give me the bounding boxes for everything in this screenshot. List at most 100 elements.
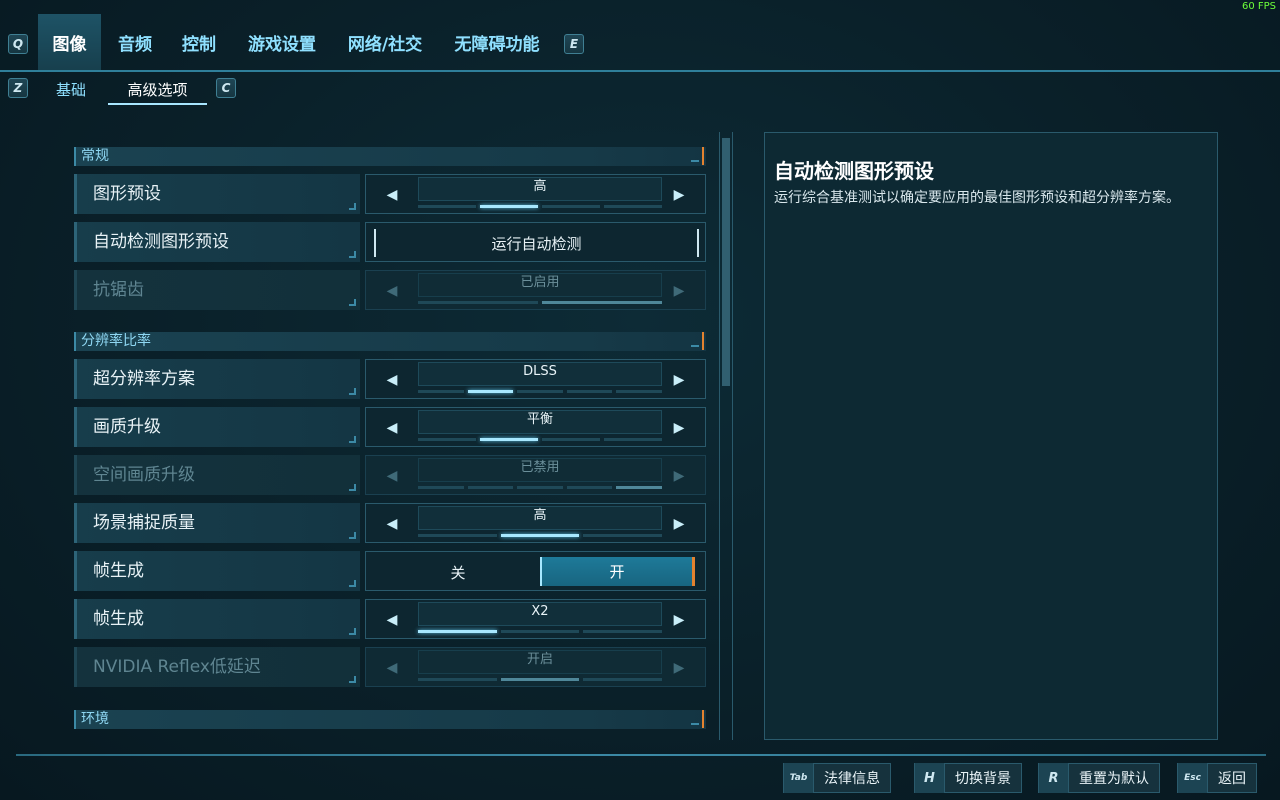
level-indicator xyxy=(418,678,663,682)
e-key-hint[interactable]: E xyxy=(564,34,584,54)
tab-controls[interactable]: 控制 xyxy=(172,14,226,71)
setting-label-box: 帧生成 xyxy=(74,551,360,591)
bottom-divider xyxy=(16,754,1266,756)
setting-label-box: 抗锯齿 xyxy=(74,270,360,310)
left-arrow-icon[interactable]: ◀ xyxy=(370,179,414,211)
setting-label-box: 帧生成 xyxy=(74,599,360,639)
section-title: 常规 xyxy=(81,148,109,164)
setting-label: 抗锯齿 xyxy=(93,280,144,300)
tab-game-settings[interactable]: 游戏设置 xyxy=(238,14,326,71)
tab-network-social[interactable]: 网络/社交 xyxy=(338,14,432,71)
button-label: 法律信息 xyxy=(824,771,880,787)
setting-label: 空间画质升级 xyxy=(93,465,195,485)
right-arrow-icon: ▶ xyxy=(673,468,685,484)
setting-label-box: NVIDIA Reflex低延迟 xyxy=(74,647,360,687)
section-environment: 环境 xyxy=(74,710,706,729)
level-indicator xyxy=(418,390,662,394)
q-key-hint[interactable]: Q xyxy=(8,34,28,54)
setting-label-box: 图形预设 xyxy=(74,174,360,214)
right-arrow-icon: ▶ xyxy=(673,660,685,676)
right-arrow-icon[interactable]: ▶ xyxy=(657,412,701,444)
setting-label: 画质升级 xyxy=(93,417,161,437)
setting-scene-capture[interactable]: 场景捕捉质量 ◀ 高 ▶ xyxy=(74,503,706,543)
setting-quality-upscaling[interactable]: 画质升级 ◀ 平衡 ▶ xyxy=(74,407,706,447)
tab-divider xyxy=(0,70,1280,72)
selector-value: 开启 xyxy=(526,652,553,667)
collapse-icon[interactable] xyxy=(691,710,704,728)
fps-counter: 60 FPS xyxy=(1241,1,1276,12)
z-key-hint[interactable]: Z xyxy=(8,78,28,98)
r-key-icon: R xyxy=(1039,763,1069,793)
switch-background-button[interactable]: H 切换背景 xyxy=(914,763,1022,793)
selector-value: DLSS xyxy=(523,364,557,379)
left-arrow-icon[interactable]: ◀ xyxy=(370,508,414,540)
right-arrow-icon[interactable]: ▶ xyxy=(657,508,701,540)
section-title: 环境 xyxy=(81,711,109,727)
selector-control: ◀ X2 ▶ xyxy=(365,599,706,639)
selector-value: 高 xyxy=(533,179,547,194)
scrollbar-thumb[interactable] xyxy=(722,138,730,386)
legal-info-button[interactable]: Tab 法律信息 xyxy=(783,763,891,793)
selector-value: 已禁用 xyxy=(520,460,560,475)
left-arrow-icon: ◀ xyxy=(386,660,398,676)
setting-anti-aliasing: 抗锯齿 ◀ 已启用 ▶ xyxy=(74,270,706,310)
section-general: 常规 xyxy=(74,147,706,166)
h-key-icon: H xyxy=(915,763,945,793)
setting-label-box: 自动检测图形预设 xyxy=(74,222,360,262)
level-indicator xyxy=(418,630,663,634)
setting-graphics-preset[interactable]: 图形预设 ◀ 高 ▶ xyxy=(74,174,706,214)
subtab-advanced[interactable]: 高级选项 xyxy=(108,75,207,105)
selector-control: ◀ 已禁用 ▶ xyxy=(365,455,706,495)
right-arrow-icon[interactable]: ▶ xyxy=(657,179,701,211)
subtab-basic[interactable]: 基础 xyxy=(56,75,86,103)
collapse-icon[interactable] xyxy=(691,332,704,350)
button-label: 返回 xyxy=(1218,771,1246,787)
toggle-off-option[interactable]: 关 xyxy=(380,558,536,586)
tab-audio[interactable]: 音频 xyxy=(108,14,162,71)
collapse-icon[interactable] xyxy=(691,147,704,165)
run-auto-detect-button[interactable]: 运行自动检测 xyxy=(374,229,699,257)
selector-control: ◀ 高 ▶ xyxy=(365,174,706,214)
setting-auto-detect[interactable]: 自动检测图形预设 运行自动检测 xyxy=(74,222,706,262)
setting-label: 图形预设 xyxy=(93,184,161,204)
selector-value: 已启用 xyxy=(520,275,560,290)
tab-accessibility[interactable]: 无障碍功能 xyxy=(446,14,548,71)
setting-nvidia-reflex: NVIDIA Reflex低延迟 ◀ 开启 ▶ xyxy=(74,647,706,687)
tab-graphics[interactable]: 图像 xyxy=(38,14,101,71)
setting-label: 场景捕捉质量 xyxy=(93,513,195,533)
button-label: 重置为默认 xyxy=(1079,771,1149,787)
right-arrow-icon[interactable]: ▶ xyxy=(657,364,701,396)
setting-upscaling-method[interactable]: 超分辨率方案 ◀ DLSS ▶ xyxy=(74,359,706,399)
selector-control: ◀ 已启用 ▶ xyxy=(365,270,706,310)
left-arrow-icon[interactable]: ◀ xyxy=(370,412,414,444)
left-arrow-icon[interactable]: ◀ xyxy=(370,604,414,636)
description-title: 自动检测图形预设 xyxy=(774,159,934,183)
description-panel: 自动检测图形预设 运行综合基准测试以确定要应用的最佳图形预设和超分辨率方案。 xyxy=(764,132,1218,740)
section-resolution: 分辨率比率 xyxy=(74,332,706,351)
setting-label: NVIDIA Reflex低延迟 xyxy=(93,657,261,677)
setting-label: 帧生成 xyxy=(93,609,144,629)
c-key-hint[interactable]: C xyxy=(216,78,236,98)
top-tab-bar: Q 图像 音频 控制 游戏设置 网络/社交 无障碍功能 E xyxy=(0,14,1280,72)
button-label: 切换背景 xyxy=(955,771,1011,787)
setting-label-box: 空间画质升级 xyxy=(74,455,360,495)
level-indicator xyxy=(418,205,662,209)
setting-label: 帧生成 xyxy=(93,561,144,581)
sub-tab-bar: Z 基础 高级选项 C xyxy=(0,75,1280,105)
reset-default-button[interactable]: R 重置为默认 xyxy=(1038,763,1160,793)
setting-frame-gen-toggle[interactable]: 帧生成 关 开 xyxy=(74,551,706,591)
action-control: 运行自动检测 xyxy=(365,222,706,262)
setting-label-box: 场景捕捉质量 xyxy=(74,503,360,543)
selector-value: 平衡 xyxy=(526,412,553,427)
setting-label: 超分辨率方案 xyxy=(93,369,195,389)
section-title: 分辨率比率 xyxy=(81,333,151,349)
left-arrow-icon: ◀ xyxy=(386,468,398,484)
tab-key-icon: Tab xyxy=(784,763,814,793)
setting-frame-gen-multiplier[interactable]: 帧生成 ◀ X2 ▶ xyxy=(74,599,706,639)
toggle-on-option[interactable]: 开 xyxy=(540,557,695,586)
level-indicator xyxy=(418,301,662,305)
right-arrow-icon[interactable]: ▶ xyxy=(657,604,701,636)
back-button[interactable]: Esc 返回 xyxy=(1177,763,1257,793)
setting-spatial-upscaling: 空间画质升级 ◀ 已禁用 ▶ xyxy=(74,455,706,495)
left-arrow-icon[interactable]: ◀ xyxy=(370,364,414,396)
